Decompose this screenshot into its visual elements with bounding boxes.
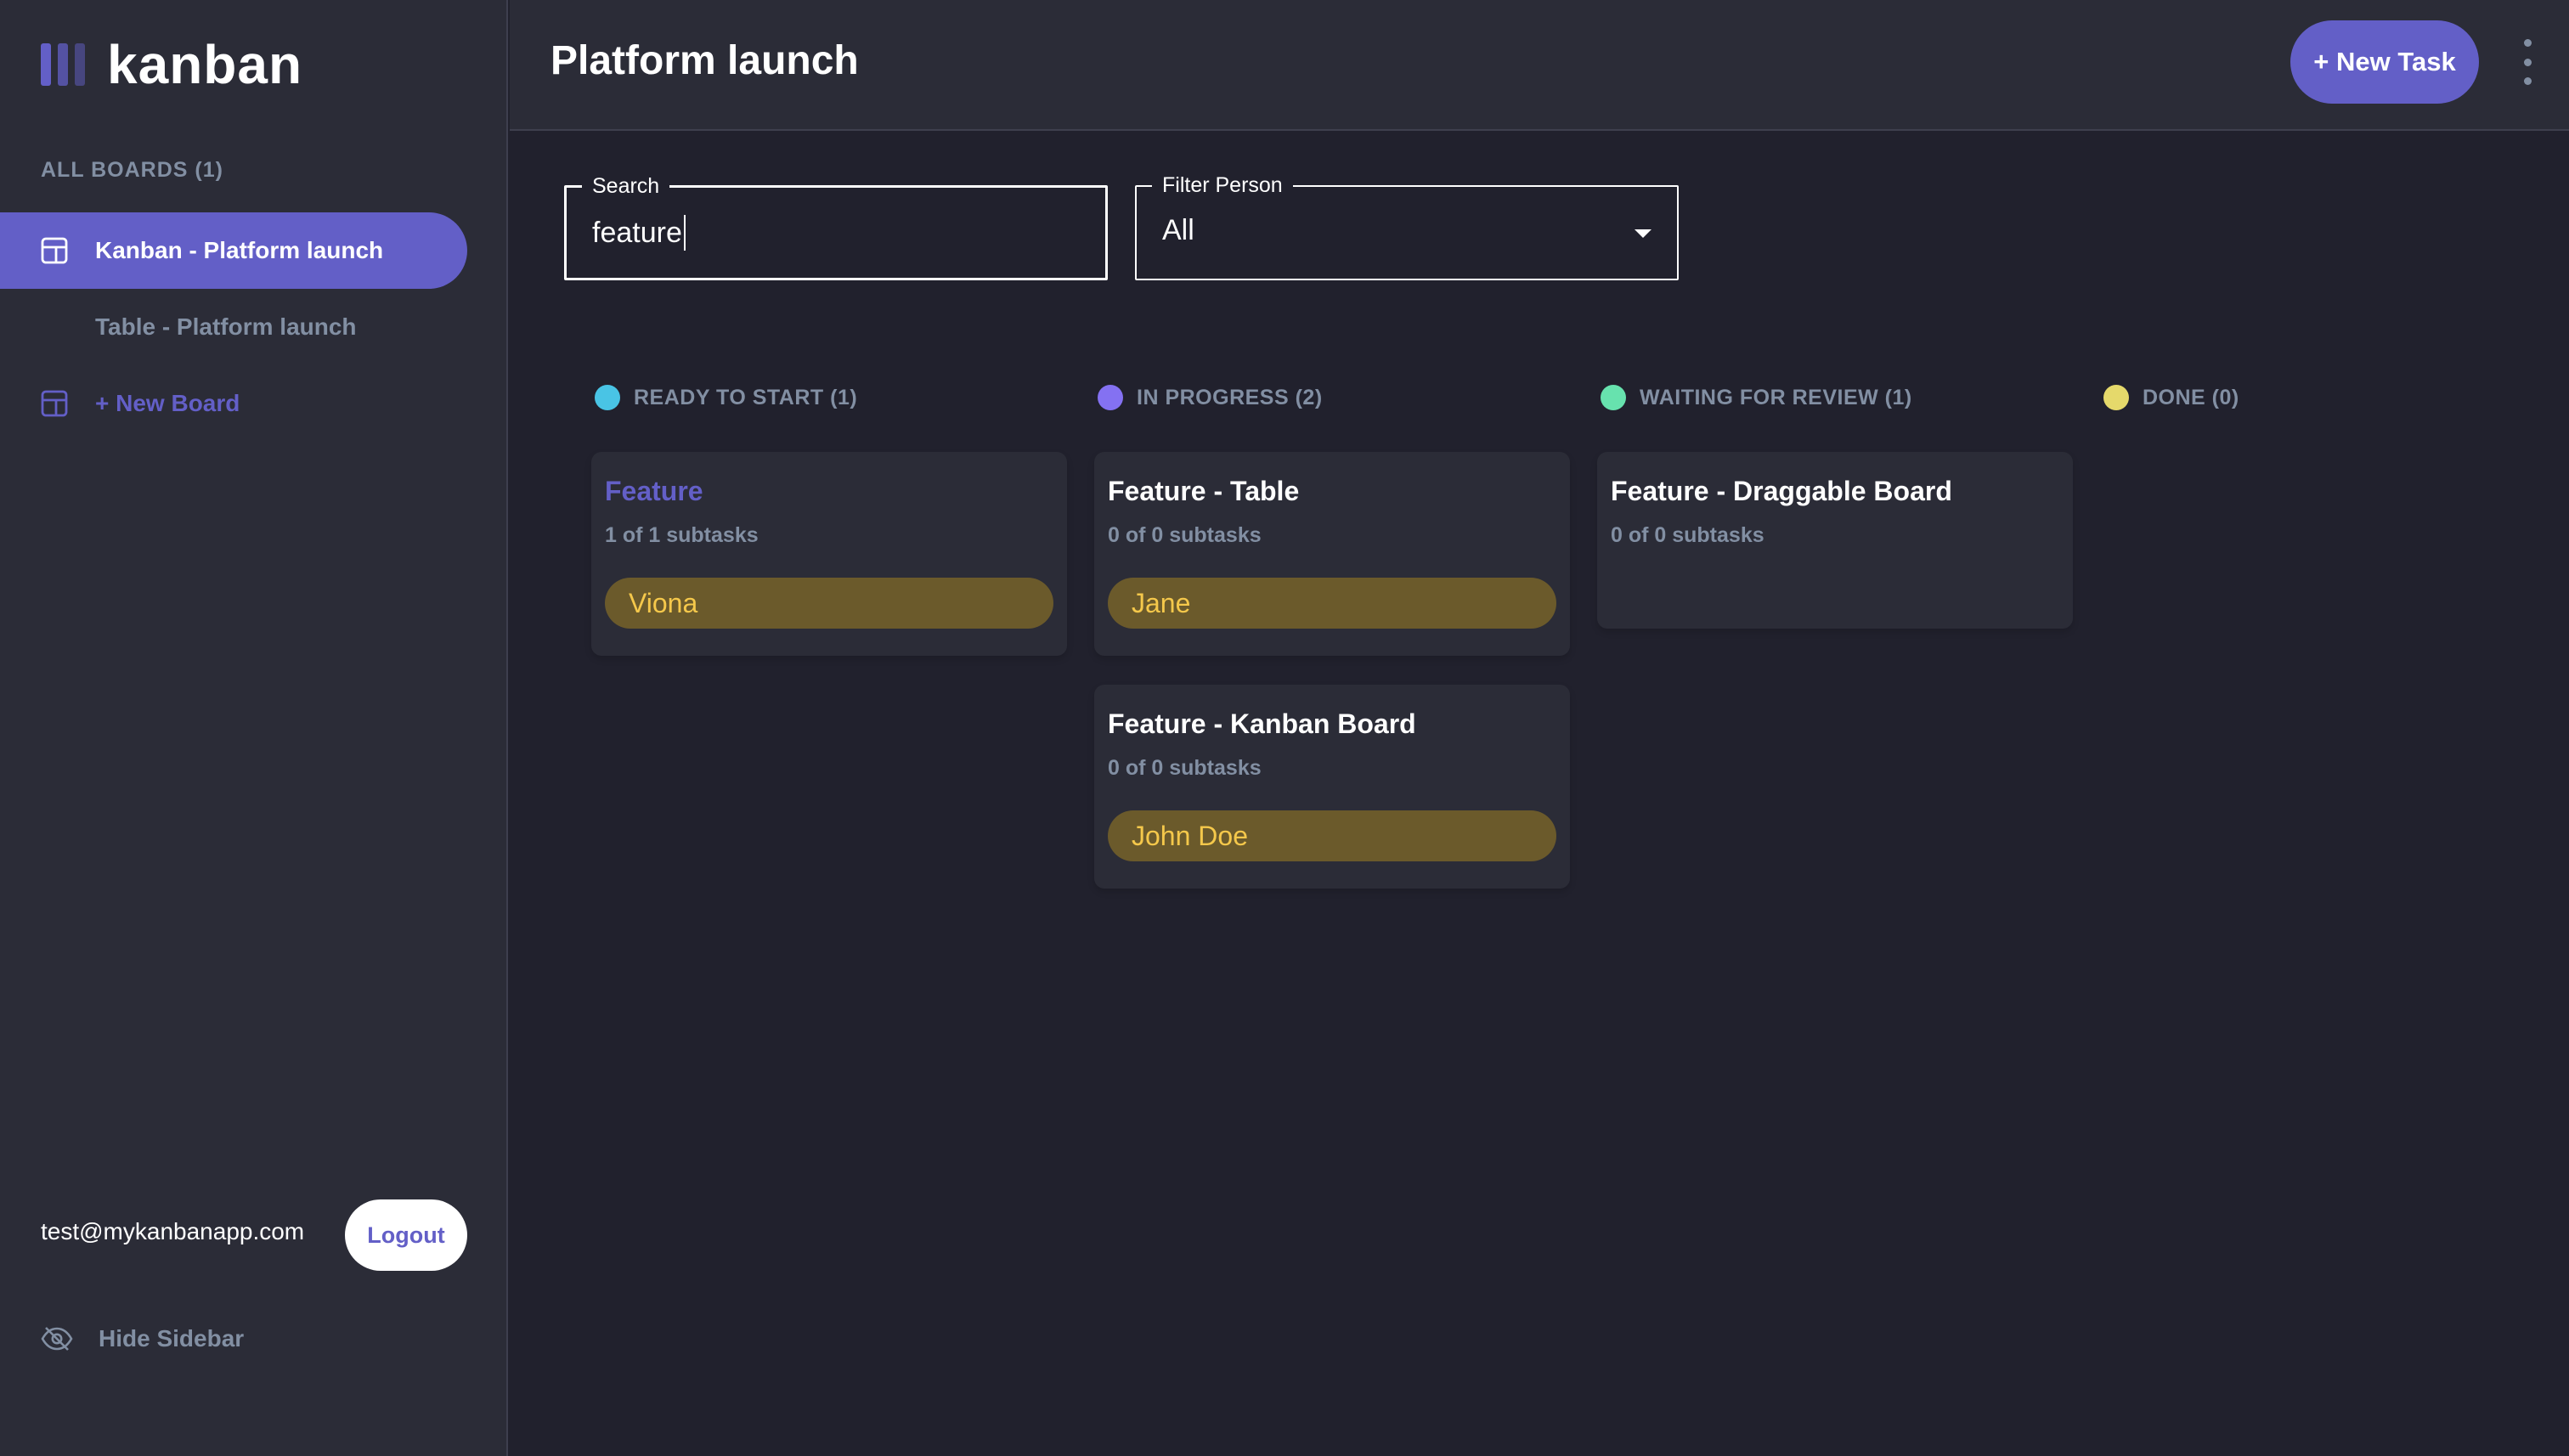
- status-dot: [2103, 385, 2129, 410]
- page-title: Platform launch: [550, 38, 859, 83]
- assignee-badge: Viona: [605, 578, 1053, 629]
- column-title: DONE (0): [2143, 385, 2239, 409]
- column-done: DONE (0): [2100, 384, 2525, 411]
- sidebar-item-label: + New Board: [95, 390, 240, 416]
- task-card[interactable]: Feature 1 of 1 subtasks Viona: [591, 452, 1067, 656]
- task-card[interactable]: Feature - Draggable Board 0 of 0 subtask…: [1597, 452, 2073, 629]
- status-dot: [595, 385, 620, 410]
- filter-person-value: All: [1162, 214, 1194, 246]
- board-icon: [41, 237, 68, 264]
- search-field[interactable]: Search feature: [564, 174, 1108, 280]
- search-label: Search: [582, 174, 670, 199]
- task-card[interactable]: Feature - Table 0 of 0 subtasks Jane: [1094, 452, 1570, 656]
- hide-sidebar-label: Hide Sidebar: [99, 1325, 245, 1352]
- user-email: test@mykanbanapp.com: [41, 1218, 305, 1244]
- header: Platform launch + New Task: [510, 0, 2569, 131]
- task-card[interactable]: Feature - Kanban Board 0 of 0 subtasks J…: [1094, 685, 1570, 889]
- task-title: Feature: [605, 476, 703, 506]
- status-dot: [1601, 385, 1626, 410]
- filter-person-label: Filter Person: [1152, 173, 1293, 198]
- column-waiting-for-review: WAITING FOR REVIEW (1) Feature - Draggab…: [1597, 384, 2073, 629]
- task-subtasks: 0 of 0 subtasks: [1611, 523, 1764, 547]
- filter-person-select[interactable]: Filter Person All: [1135, 173, 1679, 280]
- board-icon: [41, 390, 68, 417]
- logout-button[interactable]: Logout: [345, 1199, 467, 1271]
- sidebar-item-table-board[interactable]: Table - Platform launch: [0, 289, 467, 365]
- column-title: IN PROGRESS (2): [1137, 385, 1323, 409]
- task-subtasks: 0 of 0 subtasks: [1108, 523, 1262, 547]
- hide-sidebar-button[interactable]: Hide Sidebar: [41, 1313, 244, 1364]
- brand-name: kanban: [107, 34, 303, 95]
- sidebar-item-label: Table - Platform launch: [95, 313, 357, 340]
- search-input[interactable]: feature: [592, 217, 682, 250]
- sidebar-item-new-board[interactable]: + New Board: [0, 365, 467, 442]
- sidebar: kanban ALL BOARDS (1) Kanban - Platform …: [0, 0, 508, 1456]
- task-subtasks: 0 of 0 subtasks: [1108, 756, 1262, 780]
- status-dot: [1098, 385, 1123, 410]
- task-title: Feature - Draggable Board: [1611, 476, 1952, 506]
- task-title: Feature - Table: [1108, 476, 1300, 506]
- sidebar-item-kanban-board[interactable]: Kanban - Platform launch: [0, 212, 467, 289]
- task-subtasks: 1 of 1 subtasks: [605, 523, 759, 547]
- more-options-icon[interactable]: [2515, 39, 2540, 85]
- column-title: READY TO START (1): [634, 385, 858, 409]
- logo-icon: [41, 43, 85, 86]
- new-task-button[interactable]: + New Task: [2290, 20, 2479, 104]
- brand[interactable]: kanban: [41, 34, 302, 95]
- task-title: Feature - Kanban Board: [1108, 708, 1416, 739]
- column-in-progress: IN PROGRESS (2) Feature - Table 0 of 0 s…: [1094, 384, 1570, 889]
- text-caret: [683, 215, 686, 251]
- assignee-badge: John Doe: [1108, 810, 1556, 861]
- eye-slash-icon: [41, 1327, 73, 1351]
- column-title: WAITING FOR REVIEW (1): [1640, 385, 1912, 409]
- column-ready-to-start: READY TO START (1) Feature 1 of 1 subtas…: [591, 384, 1067, 656]
- sidebar-item-label: Kanban - Platform launch: [95, 237, 384, 263]
- dropdown-arrow-icon: [1635, 229, 1652, 238]
- all-boards-heading: ALL BOARDS (1): [41, 158, 223, 182]
- assignee-badge: Jane: [1108, 578, 1556, 629]
